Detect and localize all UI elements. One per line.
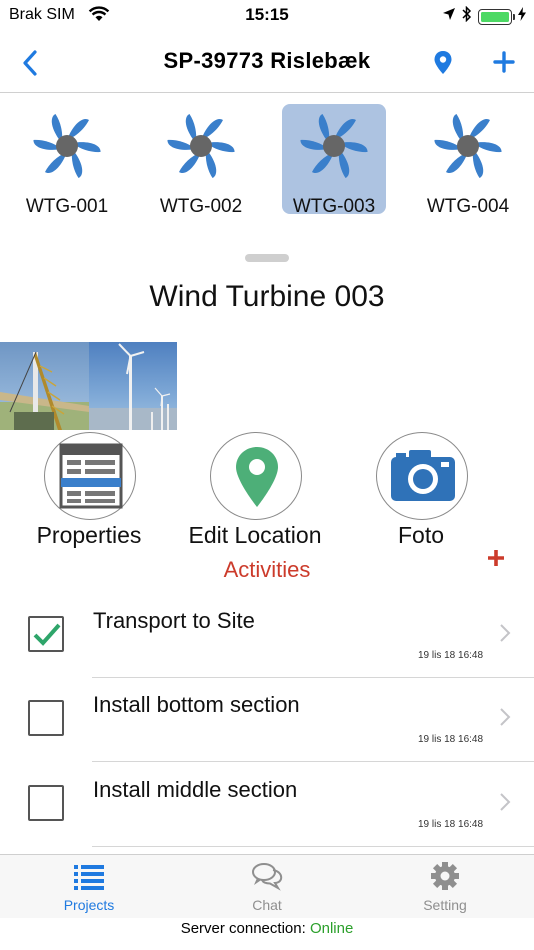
chevron-right-icon	[500, 708, 511, 726]
tab-setting[interactable]: Setting	[356, 855, 534, 919]
turbine-label: WTG-003	[292, 196, 376, 217]
activity-row[interactable]: Install middle section 19 lis 18 16:48	[0, 763, 534, 847]
tab-bar: Projects Chat Setting	[0, 854, 534, 918]
location-button[interactable]	[432, 50, 454, 76]
activity-timestamp: 19 lis 18 16:48	[418, 734, 484, 745]
action-label: Properties	[36, 522, 142, 548]
add-button[interactable]	[492, 50, 516, 74]
server-connection-status: Server connection: Online	[0, 918, 534, 950]
action-label: Foto	[397, 522, 445, 548]
wind-turbine-icon	[167, 113, 235, 179]
turbine-item-wtg-004[interactable]: WTG-004	[416, 104, 520, 217]
bluetooth-icon	[462, 5, 472, 27]
chevron-right-icon	[500, 793, 511, 811]
plus-icon	[493, 51, 515, 73]
properties-form-icon	[59, 443, 123, 509]
activity-row[interactable]: Transport to Site 19 lis 18 16:48	[0, 594, 534, 678]
status-bar: Brak SIM 15:15	[0, 0, 534, 32]
location-arrow-icon	[442, 7, 456, 26]
tab-chat[interactable]: Chat	[178, 855, 356, 919]
divider	[92, 846, 534, 847]
activity-row[interactable]: Install bottom section 19 lis 18 16:48	[0, 678, 534, 762]
wind-turbine-icon	[33, 113, 101, 179]
turbine-label: WTG-001	[25, 196, 109, 217]
activity-timestamp: 19 lis 18 16:48	[418, 819, 484, 830]
tab-label: Chat	[252, 897, 282, 913]
photo-thumbnail[interactable]	[0, 342, 89, 430]
tab-label: Setting	[423, 897, 467, 913]
edit-location-button[interactable]: Edit Location	[180, 430, 330, 552]
navigation-bar: SP-39773 Rislebæk	[0, 32, 534, 93]
turbine-label: WTG-002	[159, 196, 243, 217]
activity-checkbox[interactable]	[28, 785, 64, 821]
activity-checkbox[interactable]	[28, 616, 64, 652]
photo-thumbnail[interactable]	[89, 342, 177, 430]
add-activity-button[interactable]	[486, 548, 506, 568]
check-icon	[33, 623, 61, 646]
list-icon	[74, 865, 104, 890]
drag-handle[interactable]	[245, 254, 289, 262]
server-status-label: Server connection:	[180, 920, 310, 937]
divider	[92, 761, 534, 762]
map-pin-icon	[236, 447, 278, 507]
wind-turbine-icon	[300, 113, 368, 179]
chevron-right-icon	[500, 624, 511, 642]
turbine-item-wtg-003[interactable]: WTG-003	[282, 104, 386, 217]
gear-icon	[431, 862, 459, 890]
plus-icon	[488, 550, 504, 566]
activities-heading: Activities	[223, 557, 311, 582]
turbine-label: WTG-004	[426, 196, 510, 217]
turbine-item-wtg-001[interactable]: WTG-001	[15, 104, 119, 217]
server-status-value: Online	[309, 920, 354, 937]
activity-checkbox[interactable]	[28, 700, 64, 736]
tab-label: Projects	[63, 897, 115, 913]
activity-title: Install bottom section	[93, 692, 300, 717]
charging-icon	[518, 7, 526, 26]
tab-projects[interactable]: Projects	[0, 855, 178, 919]
foto-button[interactable]: Foto	[346, 430, 496, 552]
activity-title: Install middle section	[93, 777, 298, 802]
camera-icon	[391, 450, 455, 501]
activity-timestamp: 19 lis 18 16:48	[418, 650, 484, 661]
properties-button[interactable]: Properties	[14, 430, 164, 552]
chat-bubbles-icon	[252, 863, 283, 891]
battery-icon	[478, 8, 515, 25]
action-label: Edit Location	[188, 522, 322, 548]
turbine-detail-title: Wind Turbine 003	[149, 280, 385, 313]
map-pin-icon	[434, 51, 452, 74]
wind-turbine-icon	[434, 113, 502, 179]
turbine-selector: WTG-001 WTG-002 WTG-003 WTG-004	[0, 96, 534, 226]
turbine-item-wtg-002[interactable]: WTG-002	[149, 104, 253, 217]
activity-title: Transport to Site	[93, 608, 255, 633]
